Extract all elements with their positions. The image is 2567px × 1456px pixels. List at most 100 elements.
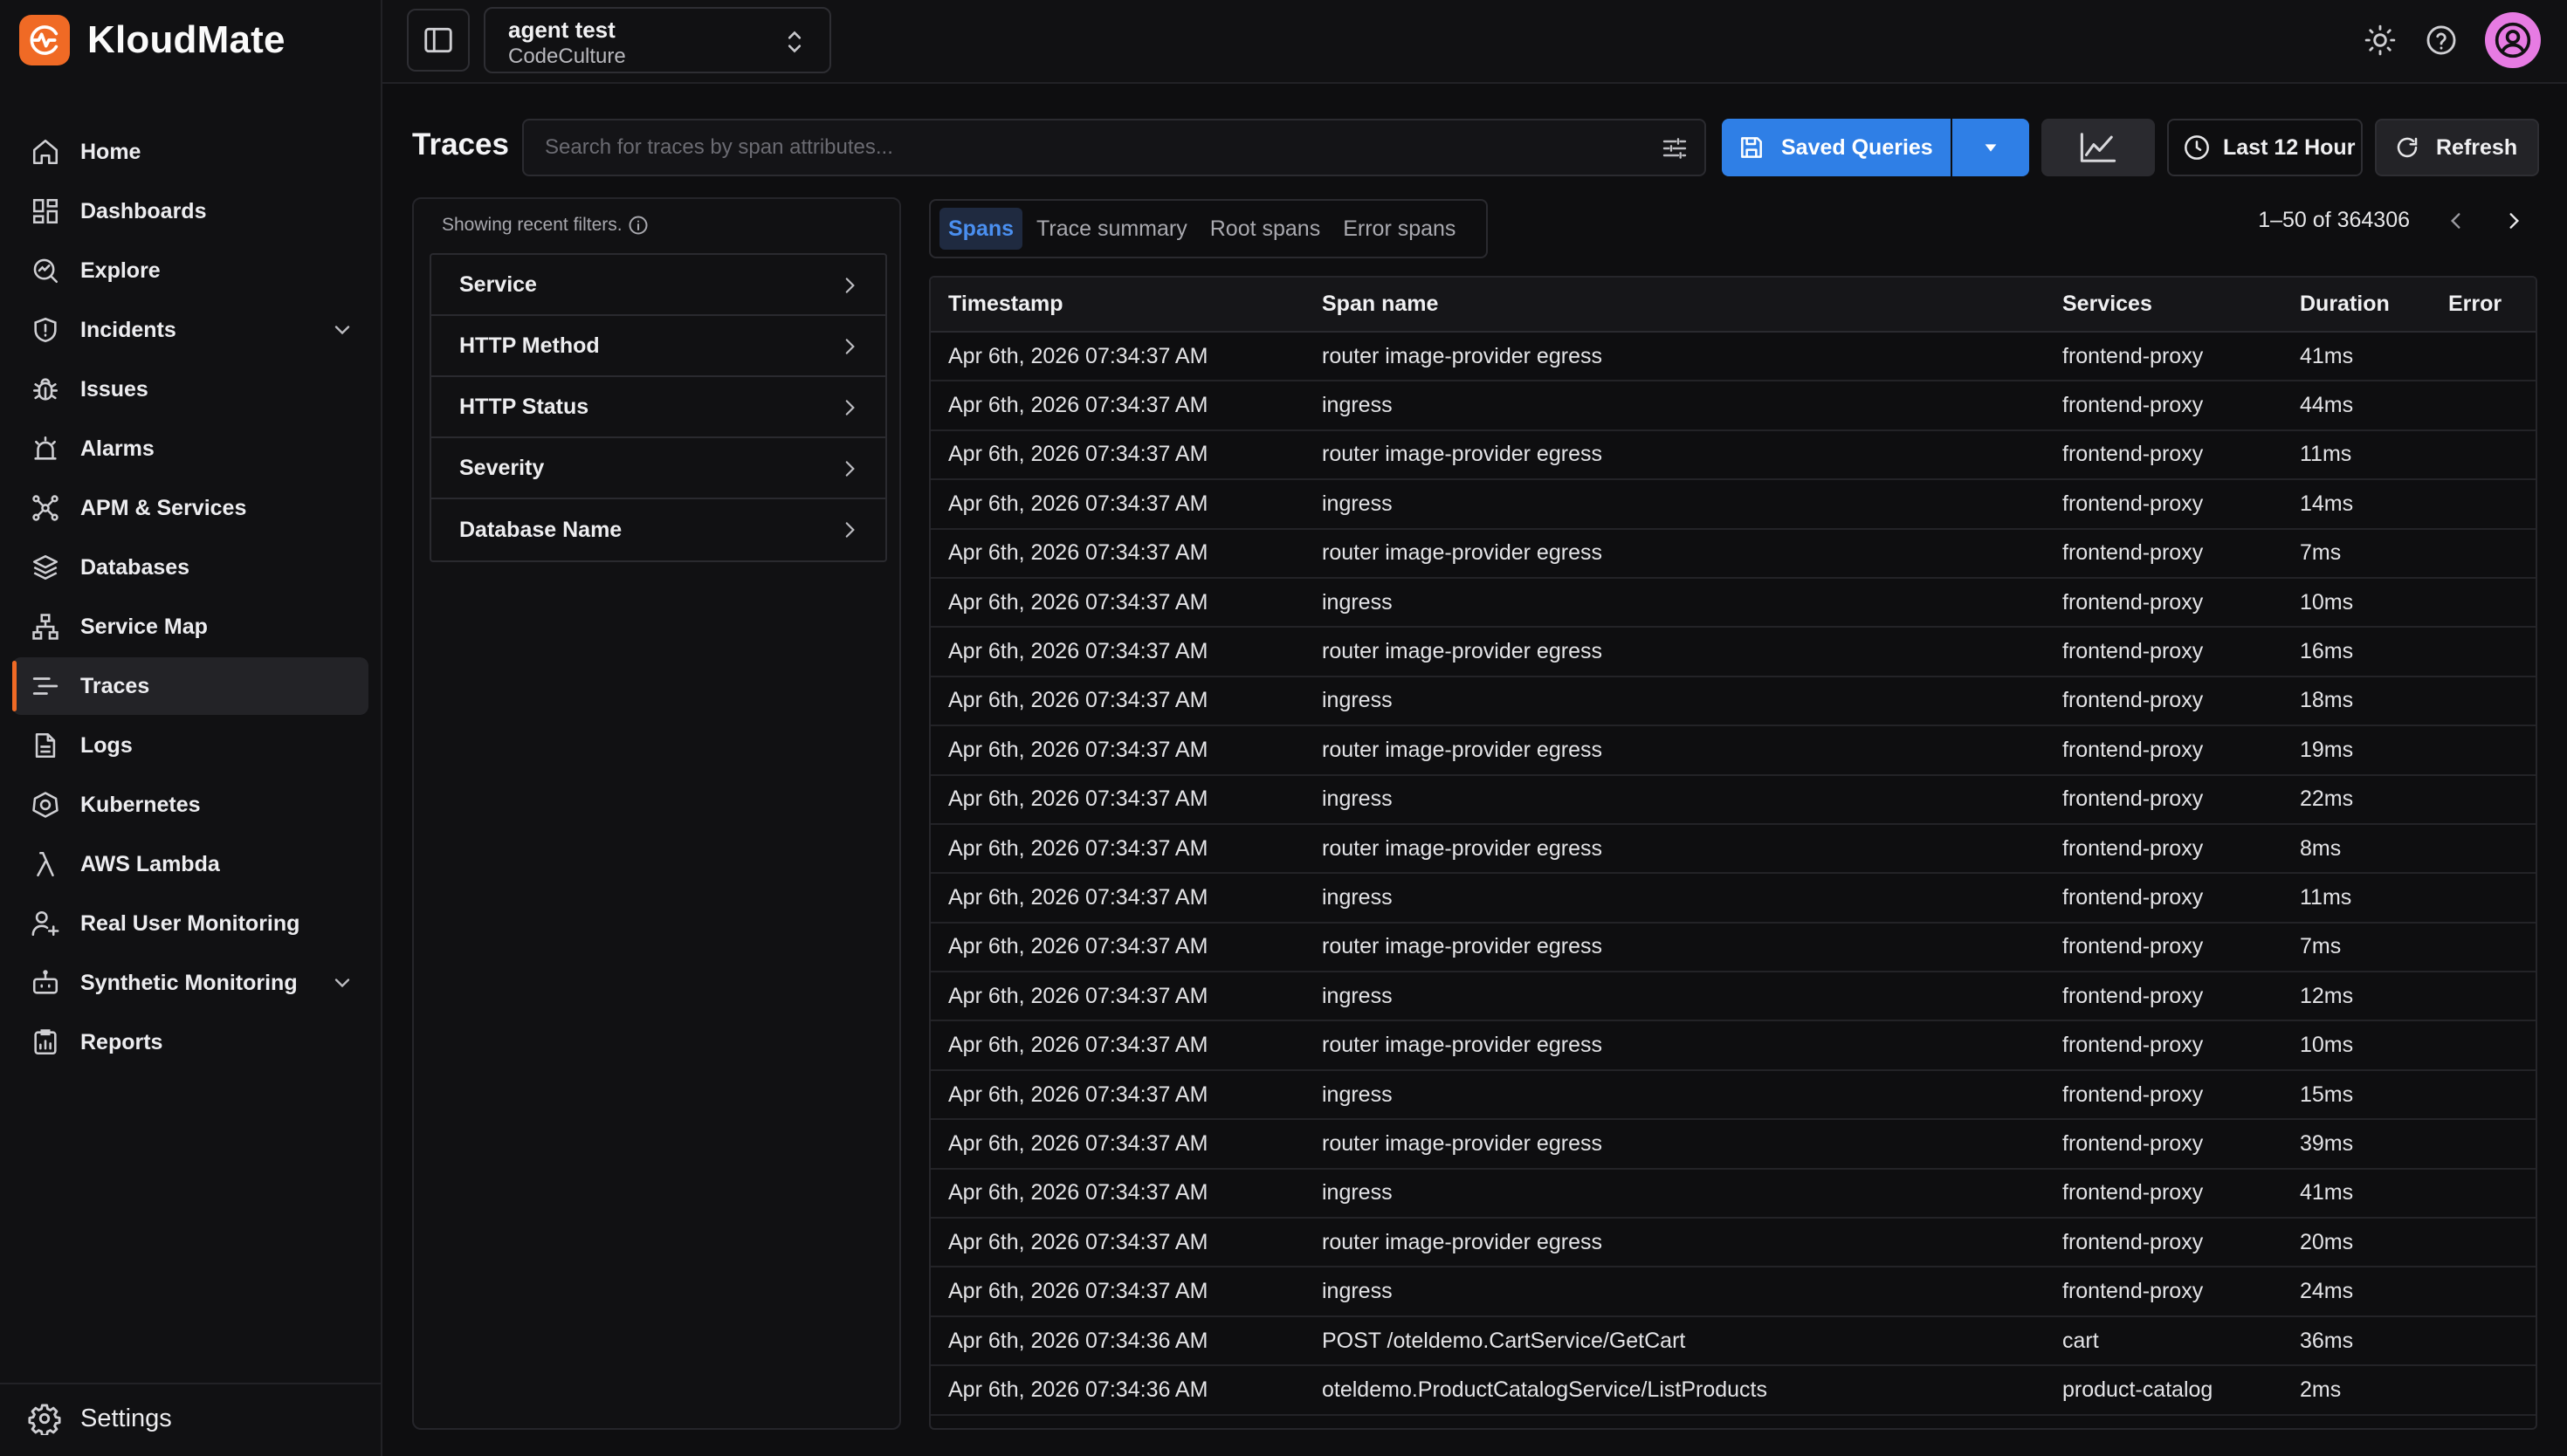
cell-duration: 11ms bbox=[2282, 429, 2431, 481]
chevron-right-icon[interactable] bbox=[2502, 209, 2525, 232]
sidebar-item-aws-lambda[interactable]: AWS Lambda bbox=[12, 835, 368, 893]
table-row[interactable]: Apr 6th, 2026 07:34:37 AM ingress frontend… bbox=[931, 479, 2536, 530]
chevron-down-icon[interactable] bbox=[330, 971, 354, 995]
table-row[interactable]: Apr 6th, 2026 07:34:37 AM ingress frontend… bbox=[931, 1069, 2536, 1121]
table-row[interactable]: Apr 6th, 2026 07:34:37 AM router image-pr… bbox=[931, 332, 2536, 382]
sidebar-item-traces[interactable]: Traces bbox=[12, 657, 368, 715]
table-row[interactable]: Apr 6th, 2026 07:34:37 AM router image-pr… bbox=[931, 627, 2536, 677]
table-row[interactable]: Apr 6th, 2026 07:34:37 AM router image-pr… bbox=[931, 1020, 2536, 1071]
filter-service[interactable]: Service bbox=[431, 255, 885, 316]
sidebar-item-service-map[interactable]: Service Map bbox=[12, 598, 368, 656]
time-range-picker[interactable]: Last 12 Hour bbox=[2167, 119, 2363, 176]
table-row[interactable]: Apr 6th, 2026 07:34:37 AM ingress frontend… bbox=[931, 873, 2536, 924]
tab-trace-summary[interactable]: Trace summary bbox=[1028, 208, 1196, 250]
cell-timestamp: Apr 6th, 2026 07:34:37 AM bbox=[931, 1168, 1304, 1219]
cell-duration: 7ms bbox=[2282, 922, 2431, 973]
filter-database-name[interactable]: Database Name bbox=[431, 499, 885, 560]
brand[interactable]: KloudMate bbox=[19, 14, 286, 66]
table-row[interactable]: Apr 6th, 2026 07:34:37 AM router image-pr… bbox=[931, 1218, 2536, 1268]
workspace-name: agent test bbox=[508, 17, 616, 43]
cell-service: frontend-proxy bbox=[2045, 1020, 2282, 1071]
sidebar-item-label: Issues bbox=[80, 376, 148, 402]
sidebar-footer: Settings bbox=[0, 1383, 381, 1456]
table-row[interactable]: Apr 6th, 2026 07:34:37 AM router image-pr… bbox=[931, 1119, 2536, 1170]
sidebar-toggle-button[interactable] bbox=[407, 9, 470, 72]
table-row[interactable]: Apr 6th, 2026 07:34:37 AM router image-pr… bbox=[931, 528, 2536, 579]
table-row[interactable]: Apr 6th, 2026 07:34:37 AM router image-pr… bbox=[931, 725, 2536, 776]
chart-toggle-button[interactable] bbox=[2041, 119, 2155, 176]
table-row[interactable]: Apr 6th, 2026 07:34:37 AM ingress frontend… bbox=[931, 972, 2536, 1022]
cell-service: frontend-proxy bbox=[2045, 972, 2282, 1022]
table-row[interactable]: Apr 6th, 2026 07:34:37 AM ingress frontend… bbox=[931, 676, 2536, 727]
table-row[interactable]: Apr 6th, 2026 07:34:36 AM oteldemo.Produc… bbox=[931, 1365, 2536, 1416]
filters-note: Showing recent filters. bbox=[442, 215, 649, 236]
sidebar-item-logs[interactable]: Logs bbox=[12, 717, 368, 774]
cell-service: frontend-proxy bbox=[2045, 1218, 2282, 1268]
cell-service: frontend-proxy bbox=[2045, 1267, 2282, 1317]
sidebar-item-dashboards[interactable]: Dashboards bbox=[12, 182, 368, 240]
column-header-span-name[interactable]: Span name bbox=[1304, 278, 2045, 333]
sidebar-item-reports[interactable]: Reports bbox=[12, 1013, 368, 1071]
sidebar-item-home[interactable]: Home bbox=[12, 123, 368, 181]
avatar[interactable] bbox=[2485, 12, 2541, 68]
sidebar-item-issues[interactable]: Issues bbox=[12, 361, 368, 418]
table-row[interactable]: Apr 6th, 2026 07:34:37 AM ingress frontend… bbox=[931, 1267, 2536, 1317]
user-monitor-icon bbox=[28, 906, 63, 941]
tab-root-spans[interactable]: Root spans bbox=[1201, 208, 1329, 250]
refresh-button[interactable]: Refresh bbox=[2375, 119, 2539, 176]
sidebar-item-databases[interactable]: Databases bbox=[12, 539, 368, 596]
saved-queries-dropdown-button[interactable] bbox=[1952, 119, 2029, 176]
cell-error bbox=[2431, 725, 2536, 776]
chevron-down-icon[interactable] bbox=[330, 318, 354, 342]
cell-timestamp: Apr 6th, 2026 07:34:37 AM bbox=[931, 1267, 1304, 1317]
tab-error-spans[interactable]: Error spans bbox=[1334, 208, 1464, 250]
column-header-duration[interactable]: Duration bbox=[2282, 278, 2431, 333]
sidebar-item-incidents[interactable]: Incidents bbox=[12, 301, 368, 359]
table-row[interactable]: Apr 6th, 2026 07:34:37 AM router image-pr… bbox=[931, 429, 2536, 481]
column-header-error[interactable]: Error bbox=[2431, 278, 2536, 333]
table-row[interactable]: Apr 6th, 2026 07:34:36 AM POST /oteldemo.… bbox=[931, 1315, 2536, 1367]
filter-http-status[interactable]: HTTP Status bbox=[431, 377, 885, 438]
column-header-services[interactable]: Services bbox=[2045, 278, 2282, 333]
sidebar-item-kubernetes[interactable]: Kubernetes bbox=[12, 776, 368, 834]
cell-span-name: ingress bbox=[1304, 1267, 2045, 1317]
cell-duration: 12ms bbox=[2282, 972, 2431, 1022]
settings-button[interactable]: Settings bbox=[28, 1402, 172, 1435]
cell-timestamp: Apr 6th, 2026 07:34:37 AM bbox=[931, 429, 1304, 481]
chevron-left-icon[interactable] bbox=[2445, 209, 2467, 232]
workspace-selector[interactable]: agent test CodeCulture bbox=[484, 7, 831, 73]
cell-duration: 10ms bbox=[2282, 1020, 2431, 1071]
info-icon[interactable] bbox=[628, 215, 649, 236]
sidebar-item-apm-services[interactable]: APM & Services bbox=[12, 479, 368, 537]
table-row[interactable]: Apr 6th, 2026 07:34:37 AM ingress frontend… bbox=[931, 577, 2536, 628]
cell-timestamp: Apr 6th, 2026 07:34:37 AM bbox=[931, 479, 1304, 530]
cell-duration: 15ms bbox=[2282, 1069, 2431, 1121]
saved-queries-button[interactable]: Saved Queries bbox=[1722, 119, 1951, 176]
table-row[interactable]: Apr 6th, 2026 07:34:37 AM ingress frontend… bbox=[931, 1168, 2536, 1219]
filter-severity[interactable]: Severity bbox=[431, 438, 885, 499]
top-actions bbox=[2363, 12, 2541, 68]
cell-timestamp: Apr 6th, 2026 07:34:37 AM bbox=[931, 1020, 1304, 1071]
table-row[interactable]: Apr 6th, 2026 07:34:37 AM ingress frontend… bbox=[931, 774, 2536, 825]
sun-icon[interactable] bbox=[2363, 23, 2398, 58]
sidebar-item-label: Dashboards bbox=[80, 198, 207, 223]
sidebar-item-alarms[interactable]: Alarms bbox=[12, 420, 368, 477]
table-row[interactable]: Apr 6th, 2026 07:34:37 AM router image-pr… bbox=[931, 823, 2536, 875]
pagination-range: 1–50 of 364306 bbox=[2258, 208, 2410, 232]
cell-span-name: POST /oteldemo.CartService/GetCart bbox=[1304, 1315, 2045, 1367]
column-header-timestamp[interactable]: Timestamp bbox=[931, 278, 1304, 333]
table-row[interactable]: Apr 6th, 2026 07:34:37 AM ingress frontend… bbox=[931, 381, 2536, 431]
sidebar-item-real-user-monitoring[interactable]: Real User Monitoring bbox=[12, 895, 368, 952]
table-row[interactable]: Apr 6th, 2026 07:34:37 AM router image-pr… bbox=[931, 922, 2536, 973]
kubernetes-icon bbox=[28, 787, 63, 822]
tab-spans[interactable]: Spans bbox=[939, 208, 1023, 250]
chevron-right-icon bbox=[838, 519, 861, 541]
time-range-label: Last 12 Hour bbox=[2223, 134, 2356, 160]
search-input[interactable] bbox=[545, 120, 1619, 175]
sidebar-item-explore[interactable]: Explore bbox=[12, 242, 368, 299]
cell-duration: 18ms bbox=[2282, 676, 2431, 727]
sidebar-item-synthetic-monitoring[interactable]: Synthetic Monitoring bbox=[12, 954, 368, 1012]
sliders-icon[interactable] bbox=[1661, 134, 1689, 162]
help-icon[interactable] bbox=[2424, 23, 2459, 58]
filter-http-method[interactable]: HTTP Method bbox=[431, 316, 885, 377]
